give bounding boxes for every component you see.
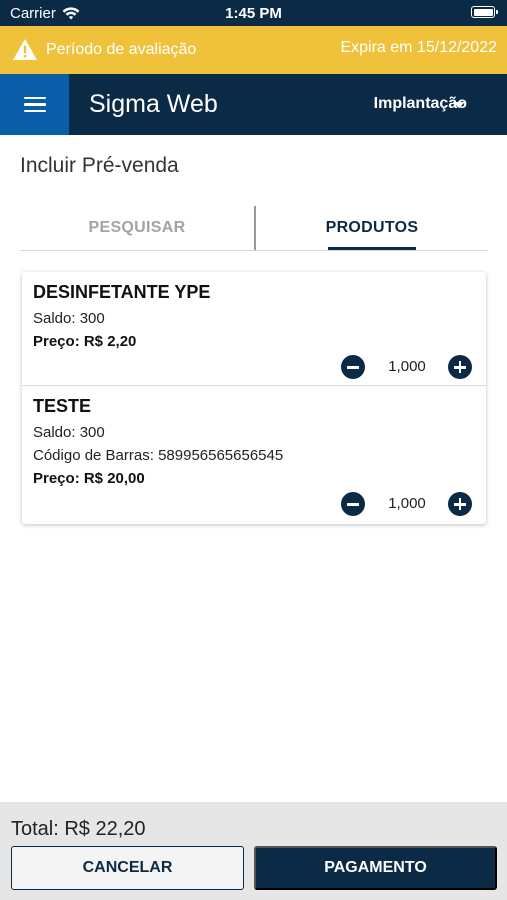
payment-button[interactable]: PAGAMENTO (254, 846, 497, 890)
increase-quantity-button[interactable] (448, 492, 472, 516)
battery-icon (471, 6, 498, 18)
product-barcode: Código de Barras: 589956565656545 (33, 447, 284, 464)
trial-expiry: Expira em 15/12/2022 (340, 39, 497, 56)
hamburger-icon (23, 96, 46, 113)
menu-button[interactable] (0, 74, 69, 135)
tab-bar: PESQUISAR PRODUTOS (20, 206, 488, 251)
trial-message: Período de avaliação (12, 38, 196, 61)
app-title: Sigma Web (89, 90, 218, 118)
plus-icon (458, 361, 462, 373)
decrease-quantity-button[interactable] (341, 492, 365, 516)
list-item[interactable]: DESINFETANTE YPE Saldo: 300 Preço: R$ 2,… (22, 272, 486, 386)
decrease-quantity-button[interactable] (341, 355, 365, 379)
cancel-button[interactable]: CANCELAR (11, 846, 244, 890)
caret-down-icon[interactable] (453, 102, 465, 108)
status-bar: Carrier 1:45 PM (0, 0, 507, 26)
list-item[interactable]: TESTE Saldo: 300 Código de Barras: 58995… (22, 386, 486, 524)
product-list: DESINFETANTE YPE Saldo: 300 Preço: R$ 2,… (22, 272, 486, 524)
plus-icon (458, 498, 462, 510)
quantity-value: 1,000 (388, 358, 426, 375)
tab-pesquisar[interactable]: PESQUISAR (20, 206, 254, 250)
minus-icon (347, 366, 359, 369)
product-saldo: Saldo: 300 (33, 424, 105, 441)
order-total: Total: R$ 22,20 (11, 818, 146, 840)
product-price: Preço: R$ 20,00 (33, 470, 145, 487)
app-bar: Sigma Web Implantação (0, 74, 507, 135)
minus-icon (347, 503, 359, 506)
trial-banner: Período de avaliação Expira em 15/12/202… (0, 26, 507, 74)
checkout-footer: Total: R$ 22,20 CANCELAR PAGAMENTO (0, 802, 507, 900)
warning-icon (13, 39, 37, 60)
product-price: Preço: R$ 2,20 (33, 333, 137, 350)
tab-produtos[interactable]: PRODUTOS (256, 206, 488, 250)
increase-quantity-button[interactable] (448, 355, 472, 379)
clock: 1:45 PM (225, 5, 282, 22)
active-tab-indicator (328, 247, 416, 250)
trial-label: Período de avaliação (46, 40, 197, 58)
product-saldo: Saldo: 300 (33, 310, 105, 327)
product-name: DESINFETANTE YPE (33, 282, 211, 302)
product-name: TESTE (33, 396, 92, 416)
page-title: Incluir Pré-venda (20, 154, 179, 177)
quantity-value: 1,000 (388, 495, 426, 512)
